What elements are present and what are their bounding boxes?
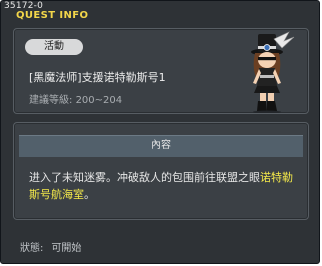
description-text: 进入了未知迷雾。冲破敌人的包围前往联盟之眼 (29, 171, 260, 184)
level-label: 建議等級: (29, 95, 73, 106)
quest-description: 进入了未知迷雾。冲破敌人的包围前往联盟之眼诺特勒斯号航海室。 (29, 169, 301, 203)
description-end: 。 (84, 188, 95, 201)
quest-content-panel: 內容 进入了未知迷雾。冲破敌人的包围前往联盟之眼诺特勒斯号航海室。 (13, 122, 309, 220)
recommended-level: 建議等級: 200~204 (29, 91, 122, 106)
level-range: 200~204 (75, 95, 123, 106)
event-badge: 活動 (25, 39, 83, 55)
title-bar[interactable]: 35172-0 QUEST INFO (1, 1, 319, 23)
quest-info-window: 35172-0 QUEST INFO 活動 [黑魔法师]支援诺特勒斯号1 建議等… (0, 0, 320, 264)
quest-name: [黑魔法师]支援诺特勒斯号1 (29, 71, 166, 84)
status-value: 可開始 (51, 243, 82, 254)
npc-character-portrait (251, 31, 295, 113)
window-title: QUEST INFO (16, 10, 89, 21)
quest-status: 狀態: 可開始 (20, 239, 81, 254)
quest-summary-panel: 活動 [黑魔法师]支援诺特勒斯号1 建議等級: 200~204 (13, 28, 309, 114)
status-label: 狀態: (20, 243, 44, 254)
content-header: 內容 (19, 135, 303, 157)
